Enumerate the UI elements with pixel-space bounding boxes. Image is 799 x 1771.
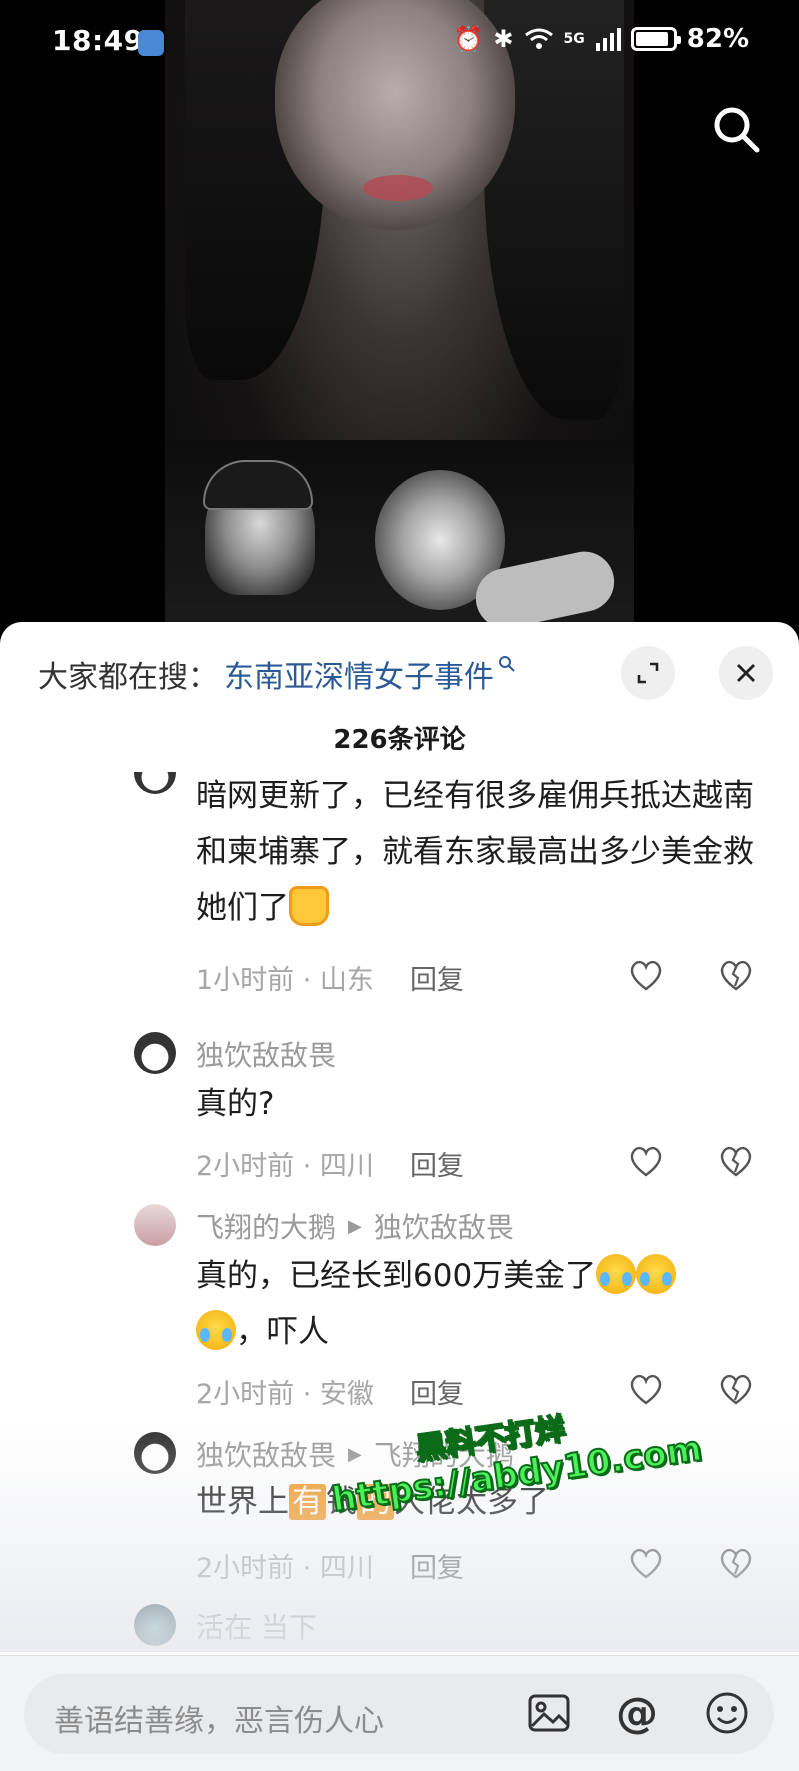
reply-arrow-icon: ▶ — [348, 1443, 362, 1465]
search-icon — [714, 107, 760, 153]
signal-icon — [595, 28, 621, 51]
hot-search-bar[interactable]: 大家都在搜： 东南亚深情女子事件 — [38, 652, 516, 696]
expand-button[interactable] — [621, 646, 675, 700]
comment-username[interactable]: 活在 当下 — [196, 1606, 317, 1646]
username-text: 飞翔的大鹅 — [196, 1211, 337, 1244]
comment-text: 真的? — [196, 1086, 275, 1122]
like-heart-icon[interactable] — [627, 1142, 665, 1180]
wifi-icon — [524, 28, 553, 49]
like-heart-icon[interactable] — [627, 956, 665, 994]
video-frame — [165, 0, 634, 640]
comment-time-location: 2小时前 · 安徽 — [196, 1379, 374, 1410]
reply-button[interactable]: 回复 — [410, 958, 464, 997]
comment-input-bar: 善语结善缘，恶言伤人心 @ — [0, 1655, 799, 1771]
bluetooth-icon: ✱ — [493, 25, 514, 53]
reply-arrow-icon: ▶ — [348, 1215, 362, 1237]
hot-search-term[interactable]: 东南亚深情女子事件 — [224, 652, 494, 696]
close-icon — [737, 664, 755, 682]
dislike-broken-heart-icon[interactable] — [717, 956, 755, 994]
dislike-broken-heart-icon[interactable] — [717, 1370, 755, 1408]
emoji-icon[interactable] — [704, 1690, 750, 1736]
comment-input-placeholder: 善语结善缘，恶言伤人心 — [54, 1704, 384, 1739]
comment-text: 暗网更新了，已经有很多雇佣兵抵达越南和柬埔寨了，就看东家最高出多少美金救她们了 — [196, 772, 766, 936]
search-button[interactable] — [711, 104, 761, 154]
username-text: 活在 当下 — [196, 1611, 317, 1644]
crying-laughing-emoji-icon — [196, 1309, 236, 1350]
comment-text-part: 大佬太多了 — [394, 1484, 549, 1520]
reply-button[interactable]: 回复 — [410, 1144, 464, 1183]
network-type: 5G — [563, 31, 585, 47]
dislike-broken-heart-icon[interactable] — [717, 1544, 755, 1582]
reply-button[interactable]: 回复 — [410, 1372, 464, 1411]
comment-text-part: 世界上 — [196, 1484, 289, 1520]
highlighted-char: 有 — [289, 1484, 326, 1520]
comment-username[interactable]: 独饮敌敌畏 ▶ 飞翔的大鹅 — [196, 1434, 514, 1474]
avatar[interactable] — [134, 1604, 176, 1646]
dislike-broken-heart-icon[interactable] — [717, 1142, 755, 1180]
thumbs-up-emoji-icon — [289, 885, 329, 926]
expand-icon — [637, 662, 659, 684]
comment-text-part: 真的，已经长到600万美金了 — [196, 1258, 597, 1294]
like-heart-icon[interactable] — [627, 1544, 665, 1582]
comment-text-part: 钱 — [326, 1484, 357, 1520]
username-text: 独饮敌敌畏 — [196, 1439, 337, 1472]
mention-at-icon[interactable]: @ — [614, 1690, 660, 1736]
comment-username[interactable]: 飞翔的大鹅 ▶ 独饮敌敌畏 — [196, 1206, 514, 1246]
battery-icon — [630, 27, 681, 51]
reply-button[interactable]: 回复 — [410, 1546, 464, 1585]
video-lips — [363, 175, 433, 201]
reply-to-username: 飞翔的大鹅 — [373, 1439, 514, 1472]
comment-meta: 1小时前 · 山东 回复 — [196, 958, 464, 997]
reply-to-username: 独饮敌敌畏 — [373, 1211, 514, 1244]
avatar[interactable] — [134, 1032, 176, 1074]
status-bar: 18:49 ⏰ ✱ 5G 82% — [0, 0, 799, 84]
avatar[interactable] — [134, 772, 176, 794]
comment-meta: 2小时前 · 四川 回复 — [196, 1144, 464, 1183]
status-icons: ⏰ ✱ 5G 82% — [454, 24, 749, 54]
highlighted-char: 的 — [357, 1484, 394, 1520]
username-text: 独饮敌敌畏 — [196, 1039, 337, 1072]
comment-text-body: 暗网更新了，已经有很多雇佣兵抵达越南和柬埔寨了，就看东家最高出多少美金救她们了 — [196, 778, 754, 926]
avatar[interactable] — [134, 1204, 176, 1246]
comment-time-location: 1小时前 · 山东 — [196, 965, 374, 996]
battery-percent: 82% — [686, 24, 749, 54]
alarm-icon: ⏰ — [453, 25, 484, 53]
comment-meta: 2小时前 · 四川 回复 — [196, 1546, 464, 1585]
comment-text: 世界上有钱的大佬太多了 — [196, 1474, 766, 1530]
app-notification-icon — [138, 30, 164, 56]
crying-laughing-emoji-icon — [636, 1253, 677, 1294]
comment-count: 226条评论 — [333, 725, 466, 755]
like-heart-icon[interactable] — [627, 1370, 665, 1408]
search-small-icon — [498, 654, 516, 678]
comment-time-location: 2小时前 · 四川 — [196, 1151, 374, 1182]
avatar[interactable] — [134, 1432, 176, 1474]
crying-laughing-emoji-icon — [596, 1253, 637, 1294]
comment-time-location: 2小时前 · 四川 — [196, 1553, 374, 1584]
comment-sheet: 大家都在搜： 东南亚深情女子事件 226条评论 暗网更新了，已经有很多雇佣兵抵达… — [0, 622, 799, 1771]
comment-text: 真的，已经长到600万美金了 ，吓人 — [196, 1248, 766, 1360]
comment-username[interactable]: 独饮敌敌畏 — [196, 1034, 336, 1074]
close-button[interactable] — [719, 646, 773, 700]
comment-text-part: ，吓人 — [236, 1314, 329, 1350]
status-time: 18:49 — [52, 24, 144, 57]
video-player[interactable] — [0, 0, 799, 640]
comment-meta: 2小时前 · 安徽 回复 — [196, 1372, 464, 1411]
comment-list[interactable]: 暗网更新了，已经有很多雇佣兵抵达越南和柬埔寨了，就看东家最高出多少美金救她们了 … — [0, 772, 799, 1652]
hot-search-prefix: 大家都在搜： — [38, 660, 218, 695]
image-icon[interactable] — [526, 1690, 572, 1736]
